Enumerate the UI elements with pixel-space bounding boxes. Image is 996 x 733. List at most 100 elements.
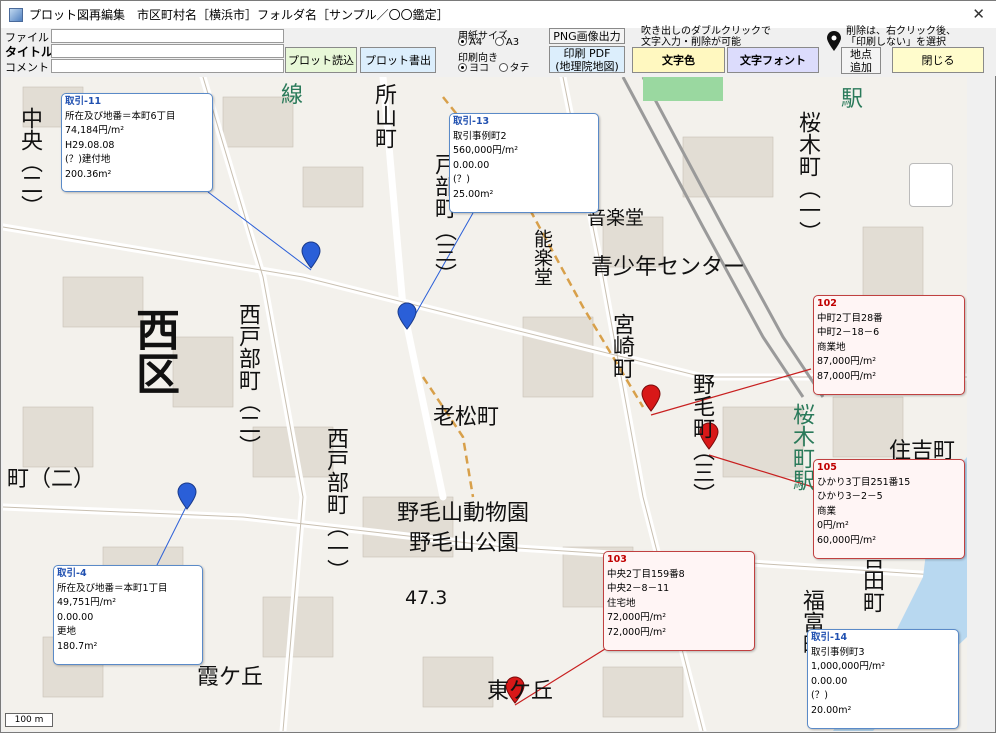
paper-a3-radio[interactable]: [494, 37, 504, 46]
callout-line: ひかり3－2－5: [817, 491, 883, 502]
window-title: プロット図再編集 市区町村名［横浜市］フォルダ名［サンプル／〇〇鑑定］: [29, 8, 449, 22]
callout-line: 0.00.00: [811, 675, 848, 687]
place-machi-2: 町（二）: [7, 467, 96, 492]
place-miyazaki: 宮崎町: [609, 313, 634, 379]
callout-line: 560,000円/m²: [453, 145, 519, 156]
pdf-print-button[interactable]: 印刷 PDF (地理院地図): [549, 46, 625, 73]
plot-read-button[interactable]: プロット読込: [285, 47, 357, 73]
place-kasumigaoka: 霞ケ丘: [197, 665, 264, 690]
right-panel: [968, 77, 995, 731]
png-export-button[interactable]: PNG画像出力: [549, 28, 625, 44]
callout-line: 中町2－18－6: [817, 327, 880, 338]
callout-line: (？)建付地: [65, 154, 111, 165]
plot-write-button[interactable]: プロット書出: [360, 47, 436, 73]
callout-line: 所在及び地番＝本町1丁目: [57, 582, 168, 594]
add-point-button[interactable]: 地点 追加: [841, 47, 881, 74]
pdf-print-line2: (地理院地図): [555, 59, 619, 73]
paper-a4-radio[interactable]: [458, 37, 467, 46]
title-label: タイトル: [5, 45, 54, 59]
callout-line: 中央2丁目159番8: [607, 568, 685, 580]
text-color-button[interactable]: 文字色: [632, 47, 725, 73]
delete-hint-line1: 削除は、右クリック後、: [846, 26, 956, 37]
callout-torihiki-11[interactable]: 取引-11 所在及び地番＝本町6丁目 74,184円/m² H29.08.08 …: [61, 93, 213, 192]
paper-size-options: A4 A3: [458, 37, 519, 48]
callout-line: 0円/m²: [817, 520, 849, 531]
callout-line: 180.7m²: [57, 640, 98, 652]
callout-line: 商業地: [817, 341, 846, 353]
callout-torihiki-4[interactable]: 取引-4 所在及び地番＝本町1丁目 49,751円/m² 0.00.00 更地 …: [53, 565, 203, 665]
callout-line: 87,000円/m²: [817, 370, 877, 382]
callout-line: 住宅地: [607, 597, 636, 609]
callout-line: 60,000円/m²: [817, 534, 877, 546]
comment-label: コメント: [5, 61, 49, 74]
double-click-hint: 吹き出しのダブルクリックで 文字入力・削除が可能: [641, 26, 771, 48]
place-tokoroyama: 所山町: [371, 83, 396, 149]
title-field[interactable]: [51, 44, 284, 58]
callout-line: 1,000,000円/m²: [811, 661, 886, 672]
orient-landscape-label: ヨコ: [469, 63, 489, 74]
callout-line: 74,184円/m²: [65, 125, 125, 136]
place-sakuragicho-1: 桜木町（一）: [795, 111, 820, 243]
app-window: プロット図再編集 市区町村名［横浜市］フォルダ名［サンプル／〇〇鑑定］ ✕ ファ…: [0, 0, 996, 733]
place-nishitobe-2: 西戸部町（二）: [235, 303, 260, 457]
place-nogeyama-park: 野毛山公園: [409, 531, 520, 556]
callout-line: 72,000円/m²: [607, 626, 667, 638]
title-bar: プロット図再編集 市区町村名［横浜市］フォルダ名［サンプル／〇〇鑑定］ ✕: [1, 1, 996, 28]
scale-bar: 100 m: [5, 713, 53, 727]
callout-line: 更地: [57, 626, 77, 637]
callout-line: ひかり3丁目251番15: [817, 476, 911, 488]
comment-field[interactable]: [51, 59, 284, 73]
hint-line1: 吹き出しのダブルクリックで: [641, 26, 771, 37]
map-view[interactable]: 西区 中央（二） 所山町 戸部町（三） 能楽堂 音楽堂 青少年センター 桜木町（…: [3, 77, 967, 731]
text-font-button[interactable]: 文字フォント: [727, 47, 819, 73]
place-nishi-ku: 西区: [128, 307, 179, 395]
callout-line: 87,000円/m²: [817, 356, 877, 367]
orient-portrait-radio[interactable]: [498, 63, 508, 72]
callout-id: 102: [817, 298, 837, 309]
callout-103[interactable]: 103 中央2丁目159番8 中央2－8－11 住宅地 72,000円/m² 7…: [603, 551, 755, 651]
orient-portrait-label: タテ: [509, 63, 530, 74]
file-field[interactable]: [51, 29, 284, 43]
close-window-icon[interactable]: ✕: [972, 5, 985, 23]
callout-line: 取引事例町2: [453, 130, 507, 142]
place-noge-3: 野毛町（三）: [689, 373, 714, 505]
callout-line: 中町2丁目28番: [817, 312, 883, 324]
callout-line: 49,751円/m²: [57, 597, 117, 608]
place-nohgakudo: 能楽堂: [531, 229, 553, 286]
callout-line: (？): [811, 690, 828, 701]
callout-id: 取引-14: [811, 632, 848, 643]
callout-id: 取引-11: [65, 96, 102, 107]
map-control-box[interactable]: [909, 163, 953, 207]
callout-line: 中央2－8－11: [607, 583, 670, 594]
orientation-options: ヨコ タテ: [458, 59, 530, 74]
callout-torihiki-13[interactable]: 取引-13 取引事例町2 560,000円/m² 0.00.00 (？) 25.…: [449, 113, 599, 213]
paper-a4-label: A4: [469, 37, 483, 48]
place-youth-center: 青少年センター: [591, 255, 746, 280]
callout-105[interactable]: 105 ひかり3丁目251番15 ひかり3－2－5 商業 0円/m² 60,00…: [813, 459, 965, 559]
place-line: 線: [281, 83, 304, 108]
callout-line: 取引事例町3: [811, 646, 865, 658]
place-nishitobe-1: 西戸部町（一）: [323, 427, 348, 581]
toolbar: ファイル タイトル コメント プロット読込 プロット書出 用紙サイズ A4 A3…: [1, 26, 996, 76]
add-point-line1: 地点: [850, 47, 872, 61]
delete-hint: 削除は、右クリック後、 「印刷しない」を選択: [846, 26, 956, 48]
callout-line: 200.36m²: [65, 168, 112, 180]
callout-line: 商業: [817, 505, 837, 517]
callout-line: 0.00.00: [57, 611, 94, 623]
callout-line: 25.00m²: [453, 188, 494, 200]
callout-102[interactable]: 102 中町2丁目28番 中町2－18－6 商業地 87,000円/m² 87,…: [813, 295, 965, 395]
callout-line: (？): [453, 174, 470, 185]
callout-line: 20.00m²: [811, 704, 852, 716]
place-higashigaoka: 東ケ丘: [487, 679, 554, 704]
place-chuo-2: 中央（二）: [17, 107, 42, 217]
callout-id: 取引-4: [57, 568, 87, 579]
map-pin-icon: [827, 31, 841, 51]
add-point-line2: 追加: [850, 60, 872, 74]
callout-id: 103: [607, 554, 627, 565]
orient-landscape-radio[interactable]: [458, 63, 467, 72]
callout-torihiki-14[interactable]: 取引-14 取引事例町3 1,000,000円/m² 0.00.00 (？) 2…: [807, 629, 959, 729]
place-nogeyama-zoo: 野毛山動物園: [397, 501, 530, 526]
callout-line: 所在及び地番＝本町6丁目: [65, 110, 176, 122]
callout-id: 105: [817, 462, 837, 473]
close-button[interactable]: 閉じる: [892, 47, 984, 73]
